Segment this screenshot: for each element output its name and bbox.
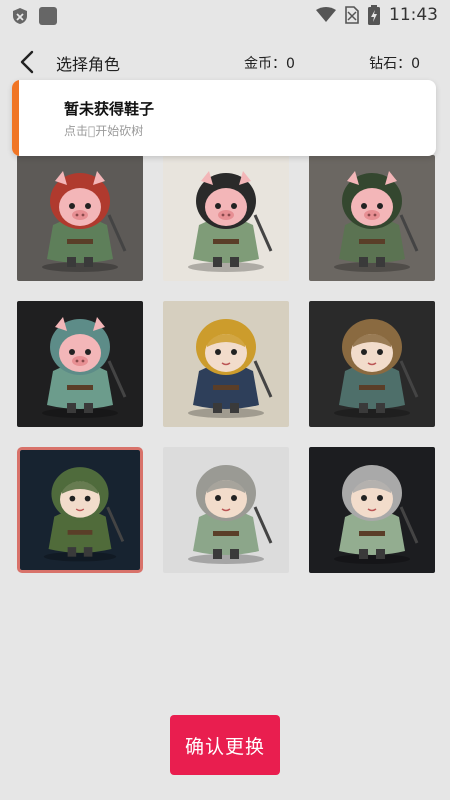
status-right-icons: 11:43 bbox=[316, 5, 438, 25]
character-portrait bbox=[309, 155, 435, 281]
character-portrait bbox=[163, 155, 289, 281]
top-bar: 选择角色 金币：0 钻石：0 bbox=[0, 40, 450, 84]
character-card-6[interactable] bbox=[309, 301, 435, 427]
wifi-icon bbox=[316, 7, 336, 22]
toast-accent-bar bbox=[12, 80, 19, 156]
character-card-1[interactable] bbox=[17, 155, 143, 281]
character-card-9[interactable] bbox=[309, 447, 435, 573]
character-card-7[interactable] bbox=[17, 447, 143, 573]
character-card-4[interactable] bbox=[17, 301, 143, 427]
character-card-5[interactable] bbox=[163, 301, 289, 427]
character-card-3[interactable] bbox=[309, 155, 435, 281]
shield-icon bbox=[13, 8, 27, 24]
character-grid bbox=[17, 155, 437, 575]
character-card-2[interactable] bbox=[163, 155, 289, 281]
character-portrait bbox=[163, 447, 289, 573]
toast-subtitle: 点击 开始砍树 bbox=[64, 124, 144, 138]
toast-title: 暂未获得鞋子 bbox=[64, 100, 155, 118]
character-portrait bbox=[20, 450, 140, 570]
character-portrait bbox=[309, 301, 435, 427]
app-notification-icon bbox=[39, 7, 57, 25]
confirm-change-button[interactable]: 确认更换 bbox=[170, 715, 280, 775]
page-title: 选择角色 bbox=[56, 55, 121, 74]
status-left-icons bbox=[12, 6, 58, 26]
character-card-8[interactable] bbox=[163, 447, 289, 573]
status-time: 11:43 bbox=[389, 5, 438, 25]
character-portrait bbox=[309, 447, 435, 573]
status-bar: 11:43 bbox=[0, 0, 450, 32]
back-button[interactable] bbox=[14, 48, 42, 76]
character-portrait bbox=[163, 301, 289, 427]
no-sim-icon bbox=[345, 6, 359, 24]
notification-toast: 暂未获得鞋子 点击 开始砍树 bbox=[12, 80, 436, 156]
battery-charging-icon bbox=[368, 5, 380, 25]
character-portrait bbox=[17, 155, 143, 281]
gold-count: 金币：0 bbox=[244, 56, 295, 72]
character-portrait bbox=[17, 301, 143, 427]
diamond-count: 钻石：0 bbox=[369, 56, 420, 72]
chevron-left-icon bbox=[20, 50, 34, 74]
